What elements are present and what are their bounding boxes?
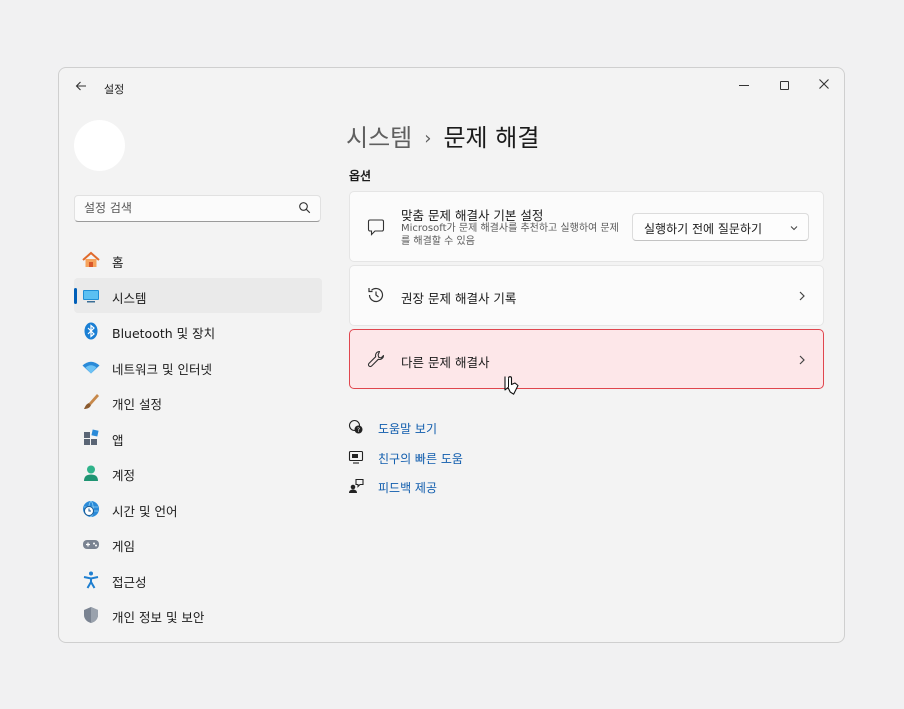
home-icon	[82, 251, 100, 267]
sidebar-item-time-language[interactable]: 시간 및 언어	[74, 491, 322, 527]
search-icon	[299, 202, 311, 214]
system-monitor-icon	[83, 289, 99, 302]
chat-bubble-icon	[367, 219, 385, 236]
mouse-cursor-icon	[504, 376, 519, 395]
page-title: 문제 해결	[443, 124, 540, 152]
sidebar-item-label: 게임	[112, 539, 136, 554]
svg-text:?: ?	[357, 427, 360, 434]
back-arrow-icon	[75, 81, 86, 91]
bluetooth-icon	[84, 322, 98, 340]
sidebar-item-label: 개인 설정	[112, 397, 162, 412]
card-title: 권장 문제 해결사 기록	[401, 291, 517, 306]
sidebar-item-apps[interactable]: 앱	[74, 420, 322, 456]
globe-clock-icon	[83, 500, 99, 517]
help-chat-icon: ?	[348, 419, 363, 434]
wifi-icon	[82, 361, 100, 373]
troubleshooter-preferences-card: 맞춤 문제 해결사 기본 설정 Microsoft가 문제 해결사를 추천하고 …	[349, 191, 824, 262]
quick-assist-icon	[348, 450, 364, 464]
link-label: 도움말 보기	[378, 422, 438, 436]
sidebar-nav: 홈 시스템 Bluetooth 및 장치 네트워크 및 인터넷 개인 설정 앱 …	[74, 242, 322, 633]
sidebar-item-label: 접근성	[112, 574, 147, 590]
chevron-right-icon	[799, 355, 805, 365]
card-title: 다른 문제 해결사	[401, 355, 490, 370]
breadcrumb: 시스템 › 문제 해결	[346, 118, 539, 153]
minimize-icon	[739, 85, 749, 86]
dropdown-selected-value: 실행하기 전에 질문하기	[644, 222, 763, 236]
breadcrumb-separator: ›	[424, 128, 432, 149]
sidebar-item-label: 네트워크 및 인터넷	[112, 361, 212, 377]
settings-search-box[interactable]	[74, 195, 321, 222]
feedback-icon	[349, 478, 364, 493]
sidebar-item-label: 시스템	[112, 290, 147, 306]
chevron-down-icon	[790, 226, 798, 231]
settings-window: 설정 홈 시스템 Bluetooth 및 장치 네트워크 및 인터넷	[58, 67, 845, 643]
close-button[interactable]	[804, 72, 844, 100]
search-input[interactable]	[84, 201, 284, 215]
gamepad-icon	[83, 540, 99, 549]
title-bar: 설정	[59, 68, 844, 108]
link-label: 친구의 빠른 도움	[378, 451, 463, 466]
chevron-right-icon	[799, 291, 805, 301]
sidebar-item-network[interactable]: 네트워크 및 인터넷	[74, 349, 322, 385]
sidebar-item-privacy-security[interactable]: 개인 정보 및 보안	[74, 597, 322, 633]
shield-icon	[84, 607, 98, 623]
sidebar-item-personalization[interactable]: 개인 설정	[74, 384, 322, 420]
sidebar-item-label: 앱	[112, 432, 124, 448]
user-avatar[interactable]	[74, 120, 125, 171]
apps-icon	[84, 428, 99, 445]
sidebar-item-accounts[interactable]: 계정	[74, 455, 322, 491]
sidebar-item-label: 홈	[112, 255, 124, 270]
other-troubleshooters-card[interactable]: 다른 문제 해결사	[349, 329, 824, 389]
sidebar-item-label: Bluetooth 및 장치	[112, 326, 216, 341]
maximize-button[interactable]	[764, 72, 804, 100]
brush-icon	[84, 394, 99, 409]
sidebar-item-label: 계정	[112, 468, 136, 483]
sidebar-item-gaming[interactable]: 게임	[74, 526, 322, 562]
troubleshooter-preference-dropdown[interactable]: 실행하기 전에 질문하기	[632, 213, 809, 241]
link-label: 피드백 제공	[378, 481, 438, 495]
breadcrumb-parent-link[interactable]: 시스템	[346, 124, 412, 152]
recommended-troubleshooter-history-card[interactable]: 권장 문제 해결사 기록	[349, 265, 824, 326]
sidebar-item-label: 개인 정보 및 보안	[112, 610, 205, 625]
history-icon	[368, 287, 384, 303]
sidebar-item-home[interactable]: 홈	[74, 242, 322, 278]
minimize-button[interactable]	[724, 72, 764, 100]
account-icon	[84, 465, 98, 481]
maximize-icon	[779, 81, 789, 90]
wrench-icon	[367, 350, 385, 368]
close-icon	[819, 79, 829, 89]
back-button[interactable]	[71, 78, 91, 98]
options-section-title: 옵션	[349, 169, 372, 183]
accessibility-icon	[83, 571, 99, 589]
sidebar-item-bluetooth[interactable]: Bluetooth 및 장치	[74, 313, 322, 349]
card-description: Microsoft가 문제 해결사를 추천하고 실행하여 문제를 해결할 수 있…	[401, 223, 619, 247]
sidebar-item-system[interactable]: 시스템	[74, 277, 322, 313]
sidebar-item-label: 시간 및 언어	[112, 503, 178, 519]
sidebar-item-accessibility[interactable]: 접근성	[74, 562, 322, 598]
app-title: 설정	[104, 83, 125, 96]
